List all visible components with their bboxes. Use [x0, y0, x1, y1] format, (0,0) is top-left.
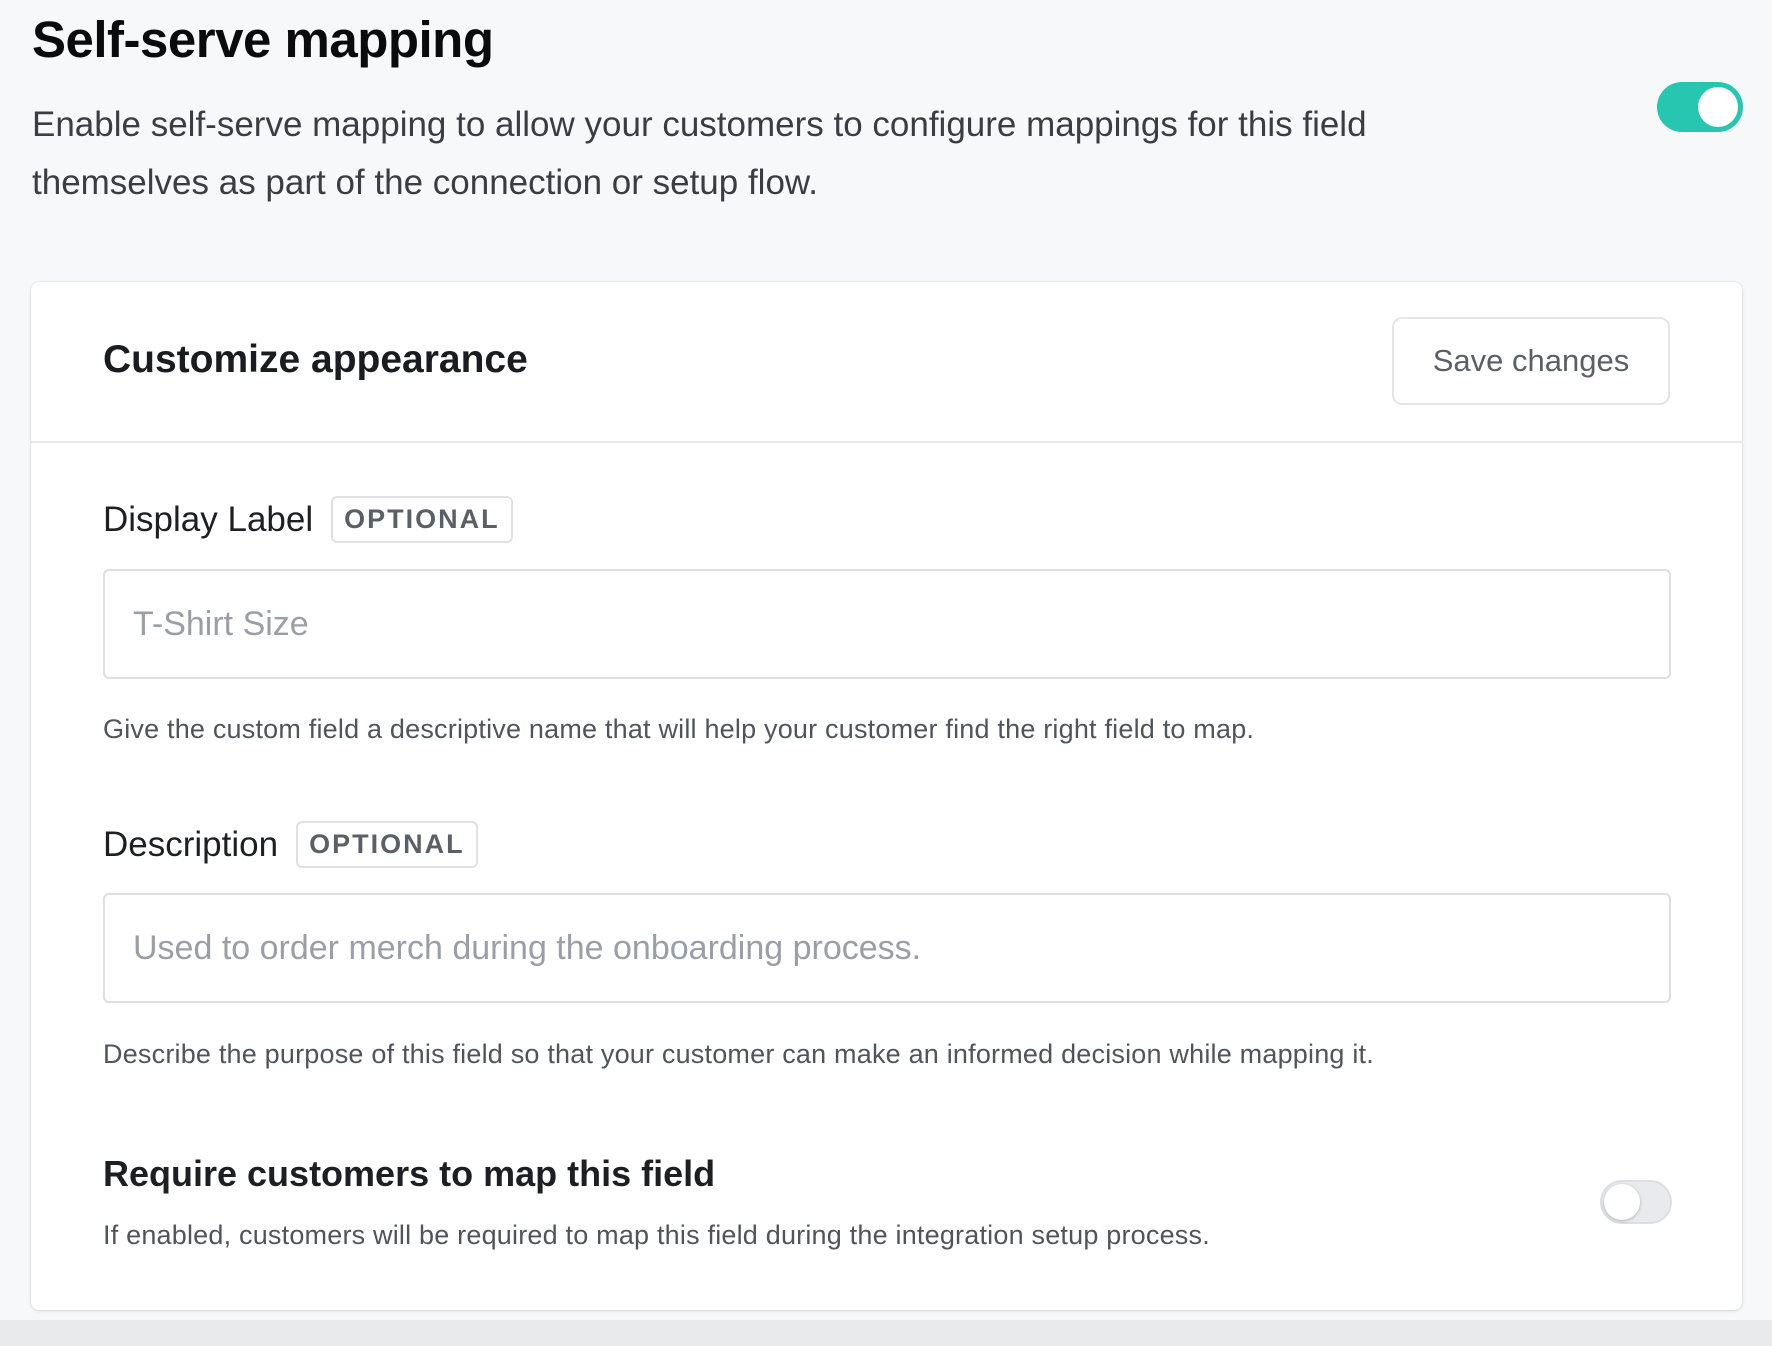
optional-badge: OPTIONAL: [331, 496, 513, 543]
save-changes-button[interactable]: Save changes: [1392, 317, 1670, 405]
bottom-edge: [0, 1320, 1772, 1346]
require-mapping-help: If enabled, customers will be required t…: [103, 1220, 1210, 1250]
toggle-knob: [1604, 1184, 1640, 1220]
optional-badge: OPTIONAL: [296, 821, 478, 868]
display-label-help: Give the custom field a descriptive name…: [103, 714, 1255, 744]
display-label-label: Display Label: [103, 499, 314, 539]
description-heading: Description OPTIONAL: [103, 821, 478, 868]
display-label-heading: Display Label OPTIONAL: [103, 496, 513, 543]
description-input[interactable]: [103, 893, 1671, 1003]
page-description: Enable self-serve mapping to allow your …: [32, 105, 1367, 202]
self-serve-mapping-toggle[interactable]: [1657, 82, 1743, 132]
require-mapping-toggle[interactable]: [1600, 1180, 1672, 1224]
description-label: Description: [103, 824, 279, 864]
display-label-input[interactable]: [103, 569, 1671, 679]
page-title: Self-serve mapping: [32, 11, 494, 68]
customize-appearance-card: Customize appearance Save changes Displa…: [31, 282, 1742, 1310]
require-mapping-title: Require customers to map this field: [103, 1153, 716, 1194]
card-header: Customize appearance Save changes: [31, 282, 1742, 443]
card-title: Customize appearance: [103, 338, 528, 381]
description-help: Describe the purpose of this field so th…: [103, 1039, 1374, 1069]
toggle-knob: [1698, 87, 1738, 127]
